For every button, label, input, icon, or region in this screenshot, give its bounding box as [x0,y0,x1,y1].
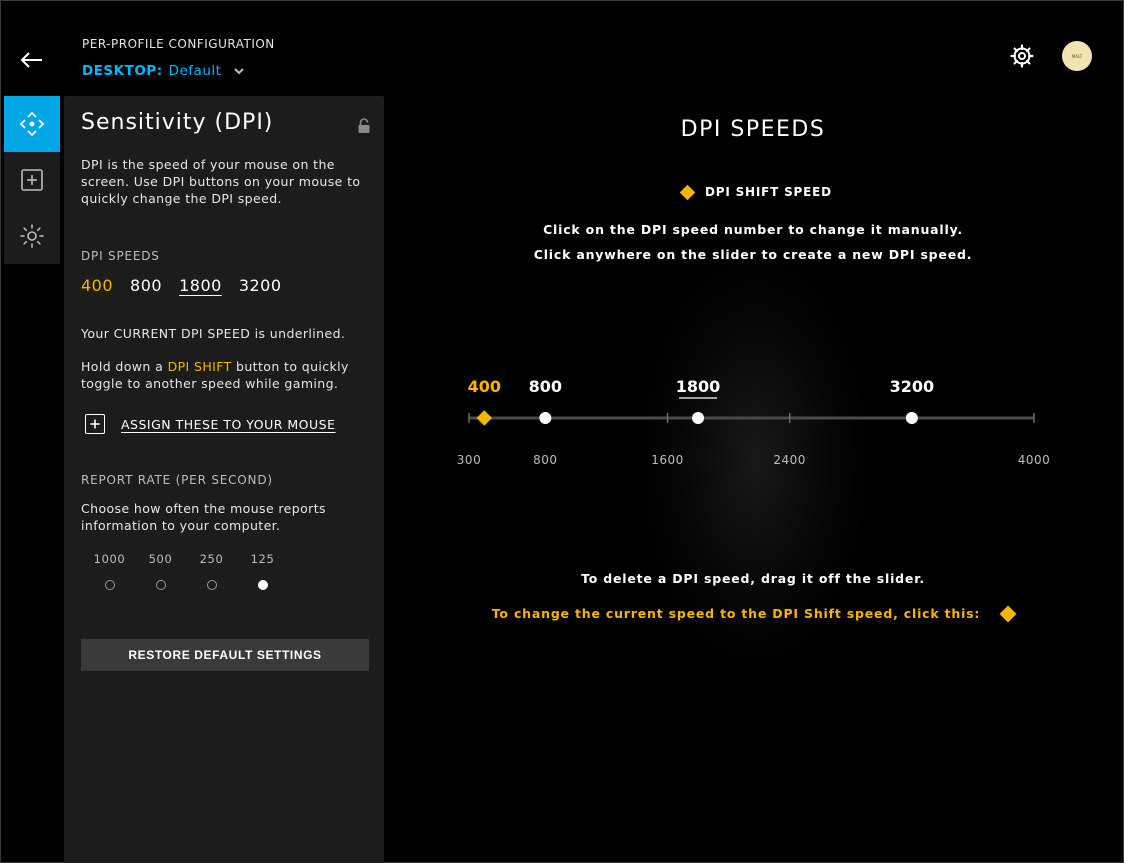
profile-prefix: DESKTOP: [82,63,163,79]
report-rate-options: 1000 500 250 125 [84,552,288,590]
radio-button[interactable] [155,580,166,590]
dpi-speed-value[interactable]: 3200 [239,276,282,295]
slider-handle[interactable] [692,412,705,424]
dpi-speed-list: 400 800 1800 3200 [81,276,282,295]
slider-tick-label: 4000 [1018,453,1051,467]
avatar-text: MALT [1071,53,1083,59]
dpi-speeds-label: DPI SPEEDS [81,249,160,263]
report-rate-value: 1000 [93,552,126,566]
instruction-manual: Click on the DPI speed number to change … [543,222,963,237]
report-rate-description: Choose how often the mouse reports infor… [81,501,326,533]
slider-tick-label: 800 [533,453,557,467]
chevron-down-icon [234,68,245,75]
profile-selector[interactable]: DESKTOP: Default [82,63,245,79]
instruction-slider: Click anywhere on the slider to create a… [533,247,973,262]
lock-toggle[interactable] [357,118,371,134]
light-sun-icon [20,224,44,248]
report-rate-value: 500 [148,552,173,566]
slider-tick-label: 2400 [773,453,806,467]
shift-cta-text: To change the current speed to the DPI S… [491,606,981,621]
gear-icon [1010,44,1034,68]
lock-open-icon [358,118,370,133]
assign-to-mouse-link[interactable]: ASSIGN THESE TO YOUR MOUSE [85,414,336,434]
panel-description: DPI is the speed of your mouse on the sc… [81,157,361,206]
panel-title: Sensitivity (DPI) [81,110,274,135]
slider-tick-label: 1600 [651,453,684,467]
radio-button[interactable] [104,580,115,590]
slider-stop-label[interactable]: 400 [468,377,501,396]
avatar[interactable]: MALT [1062,41,1092,71]
dpi-shift-highlight: DPI SHIFT [167,359,232,374]
dpi-shift-note: Hold down a DPI SHIFT button to quickly … [81,358,371,392]
report-rate-value: 125 [250,552,275,566]
current-speed-note: Your CURRENT DPI SPEED is underlined. [81,326,346,341]
profile-name: Default [168,63,222,79]
diamond-icon [679,184,696,200]
set-shift-speed-button[interactable] [999,605,1017,622]
report-rate-option[interactable]: 500 [135,552,186,590]
report-rate-option[interactable]: 1000 [84,552,135,590]
slider-stop-label[interactable]: 800 [529,377,562,396]
plus-square-icon [85,414,105,434]
slider-stop-label[interactable]: 1800 [676,377,721,396]
tool-lighting[interactable] [4,208,60,264]
dpi-slider[interactable]: 300 800 1600 2400 4000 400 800 1800 3200 [440,360,1080,480]
slider-handle[interactable] [905,412,918,424]
main-title: DPI SPEEDS [680,117,826,142]
dpi-speed-value[interactable]: 800 [130,276,162,295]
report-rate-value: 250 [199,552,224,566]
plus-square-icon [21,169,43,191]
header-title: PER-PROFILE CONFIGURATION [82,37,275,51]
dpi-shift-legend: DPI SHIFT SPEED [679,184,832,200]
dpi-speed-value[interactable]: 1800 [179,276,222,295]
slider-stop-label[interactable]: 3200 [890,377,935,396]
pointer-move-icon [19,111,45,137]
shift-cta: To change the current speed to the DPI S… [384,605,1122,622]
radio-button-selected[interactable] [257,580,268,590]
restore-defaults-button[interactable]: RESTORE DEFAULT SETTINGS [81,639,369,671]
settings-button[interactable] [1008,42,1036,70]
slider-handle[interactable] [539,412,552,424]
arrow-left-icon [20,52,42,68]
sensitivity-panel: Sensitivity (DPI) DPI is the speed of yo… [64,96,384,863]
tool-assignments[interactable] [4,152,60,208]
dpi-shift-note-start: Hold down a [81,359,168,374]
dpi-speed-value[interactable]: 400 [81,276,113,295]
report-rate-option[interactable]: 125 [237,552,288,590]
slider-tick-label: 300 [457,453,481,467]
radio-button[interactable] [206,580,217,590]
dpi-shift-legend-label: DPI SHIFT SPEED [705,185,832,199]
tool-rail [4,96,60,264]
delete-hint: To delete a DPI speed, drag it off the s… [581,571,925,586]
slider-shift-handle[interactable] [476,410,493,426]
assign-label: ASSIGN THESE TO YOUR MOUSE [121,416,336,432]
back-button[interactable] [18,46,46,74]
report-rate-option[interactable]: 250 [186,552,237,590]
tool-pointer-settings[interactable] [4,96,60,152]
report-rate-label: REPORT RATE (PER SECOND) [81,473,273,487]
